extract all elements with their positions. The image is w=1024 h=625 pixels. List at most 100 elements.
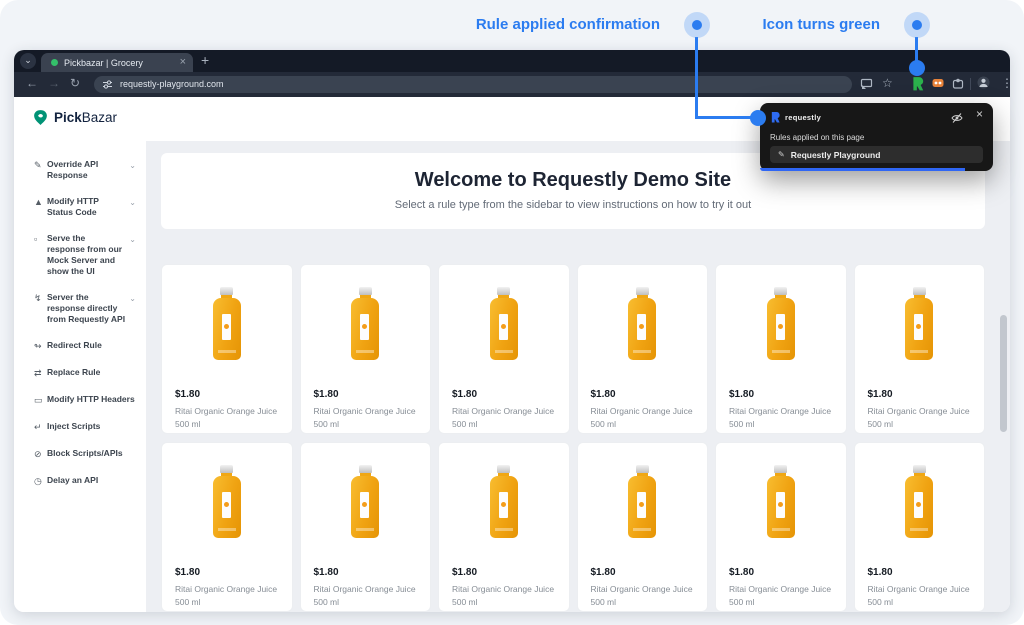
product-card[interactable]: $1.80Ritai Organic Orange Juice 500 ml [577, 442, 709, 612]
tab-close-icon[interactable]: × [180, 56, 186, 68]
requestly-extension-icon-green[interactable] [911, 76, 925, 91]
address-bar[interactable]: requestly-playground.com [94, 76, 852, 93]
sidebar-item[interactable]: ▫Serve the response from our Mock Server… [14, 233, 146, 277]
product-name: Ritai Organic Orange Juice 500 ml [729, 405, 837, 431]
bottle-band [633, 350, 651, 353]
connector-endpoint-dot [909, 60, 925, 76]
sidebar-item[interactable]: ↯Server the response directly from Reque… [14, 292, 146, 325]
product-price: $1.80 [175, 389, 200, 400]
requestly-popup: requestly × Rules applied on this page ✎… [760, 103, 993, 171]
bottle-cap [774, 465, 787, 473]
bookmark-star-icon[interactable]: ☆ [882, 76, 893, 90]
bottle-body [490, 476, 518, 538]
orange-juice-bottle-image [764, 465, 798, 538]
bottle-band [356, 528, 374, 531]
bottle-body [905, 298, 933, 360]
sidebar-item[interactable]: ⇄Replace Rule [14, 367, 146, 379]
sidebar-item[interactable]: ◷Delay an API [14, 475, 146, 487]
popup-close-icon[interactable]: × [976, 107, 983, 121]
applied-rule-item[interactable]: ✎ Requestly Playground [770, 146, 983, 163]
product-grid: $1.80Ritai Organic Orange Juice 500 ml$1… [161, 264, 985, 612]
bottle-band [910, 528, 928, 531]
product-card[interactable]: $1.80Ritai Organic Orange Juice 500 ml [438, 264, 570, 434]
api-icon: ↯ [34, 292, 47, 304]
cast-icon[interactable] [860, 77, 873, 90]
logo-text-bold: Pick [54, 110, 82, 125]
scrollbar-thumb[interactable] [1000, 315, 1007, 432]
product-card[interactable]: $1.80Ritai Organic Orange Juice 500 ml [161, 264, 293, 434]
bottle-label [499, 492, 508, 518]
chevron-down-icon: ⌄ [129, 196, 136, 207]
requestly-brand: requestly [770, 111, 821, 123]
product-price: $1.80 [591, 567, 616, 578]
new-tab-button[interactable]: + [201, 52, 209, 68]
tune-icon [102, 79, 113, 90]
sidebar-item-label: Serve the response from our Mock Server … [47, 233, 125, 277]
bottle-label [360, 314, 369, 340]
tab-title: Pickbazar | Grocery [64, 58, 143, 68]
bottle-body [213, 476, 241, 538]
product-name: Ritai Organic Orange Juice 500 ml [868, 583, 976, 609]
rule-edit-icon: ✎ [778, 150, 785, 159]
extensions-puzzle-icon[interactable] [952, 77, 964, 89]
orange-juice-bottle-image [210, 465, 244, 538]
orange-juice-bottle-image [487, 465, 521, 538]
product-card[interactable]: $1.80Ritai Organic Orange Juice 500 ml [300, 442, 432, 612]
product-card[interactable]: $1.80Ritai Organic Orange Juice 500 ml [715, 264, 847, 434]
product-card[interactable]: $1.80Ritai Organic Orange Juice 500 ml [300, 264, 432, 434]
sidebar-item[interactable]: ▭Modify HTTP Headers [14, 394, 146, 406]
profile-avatar-icon[interactable] [977, 76, 990, 89]
bottle-label [776, 492, 785, 518]
browser-tab-pickbazar[interactable]: Pickbazar | Grocery × [41, 53, 193, 72]
popup-progress-bar [760, 168, 965, 172]
sidebar-item-label: Delay an API [47, 475, 136, 486]
annotation-icon-green: Icon turns green [762, 16, 880, 33]
product-card[interactable]: $1.80Ritai Organic Orange Juice 500 ml [438, 442, 570, 612]
bottle-cap [636, 465, 649, 473]
product-price: $1.80 [314, 389, 339, 400]
applied-rule-name: Requestly Playground [791, 150, 881, 160]
chevron-down-icon: ⌄ [129, 233, 136, 244]
bottle-label [360, 492, 369, 518]
sidebar-item[interactable]: ↵Inject Scripts [14, 421, 146, 433]
sidebar-item[interactable]: ✎Override API Response⌄ [14, 159, 146, 181]
product-price: $1.80 [452, 389, 477, 400]
product-card[interactable]: $1.80Ritai Organic Orange Juice 500 ml [161, 442, 293, 612]
tab-search-button[interactable]: ⌄ [20, 53, 36, 69]
bottle-label [222, 314, 231, 340]
sidebar-item[interactable]: ⊘Block Scripts/APIs [14, 448, 146, 460]
orange-juice-bottle-image [348, 465, 382, 538]
bottle-label [222, 492, 231, 518]
goggles-extension-icon[interactable] [932, 77, 944, 89]
product-price: $1.80 [729, 567, 754, 578]
sidebar-item[interactable]: ↬Redirect Rule [14, 340, 146, 352]
sidebar-item-label: Redirect Rule [47, 340, 136, 351]
bottle-label [914, 492, 923, 518]
sidebar-item[interactable]: ▲Modify HTTP Status Code⌄ [14, 196, 146, 218]
product-card[interactable]: $1.80Ritai Organic Orange Juice 500 ml [715, 442, 847, 612]
reload-icon[interactable]: ↻ [70, 76, 80, 90]
bottle-cap [774, 287, 787, 295]
screenshot-canvas: Rule applied confirmation Icon turns gre… [0, 0, 1024, 625]
product-card[interactable]: $1.80Ritai Organic Orange Juice 500 ml [854, 442, 986, 612]
bottle-band [910, 350, 928, 353]
connector-line-vertical [695, 37, 698, 118]
forward-icon[interactable]: → [48, 76, 60, 90]
bottle-cap [913, 287, 926, 295]
hide-eye-icon[interactable] [951, 112, 963, 124]
product-card[interactable]: $1.80Ritai Organic Orange Juice 500 ml [577, 264, 709, 434]
kebab-menu-icon[interactable]: ⋮ [1001, 76, 1010, 90]
tab-favicon [51, 59, 58, 66]
pickbazar-logo[interactable]: PickBazar [32, 109, 117, 126]
toolbar-divider [970, 78, 971, 90]
chevron-down-icon: ⌄ [129, 159, 136, 170]
product-price: $1.80 [868, 389, 893, 400]
product-card[interactable]: $1.80Ritai Organic Orange Juice 500 ml [854, 264, 986, 434]
requestly-logo-icon [770, 111, 781, 123]
orange-juice-bottle-image [210, 287, 244, 360]
back-icon[interactable]: ← [26, 76, 38, 90]
requestly-brand-text: requestly [785, 113, 821, 122]
rule-type-sidebar: ✎Override API Response⌄ ▲Modify HTTP Stat… [14, 141, 146, 612]
bottle-band [633, 528, 651, 531]
annotation-dot [692, 20, 702, 30]
